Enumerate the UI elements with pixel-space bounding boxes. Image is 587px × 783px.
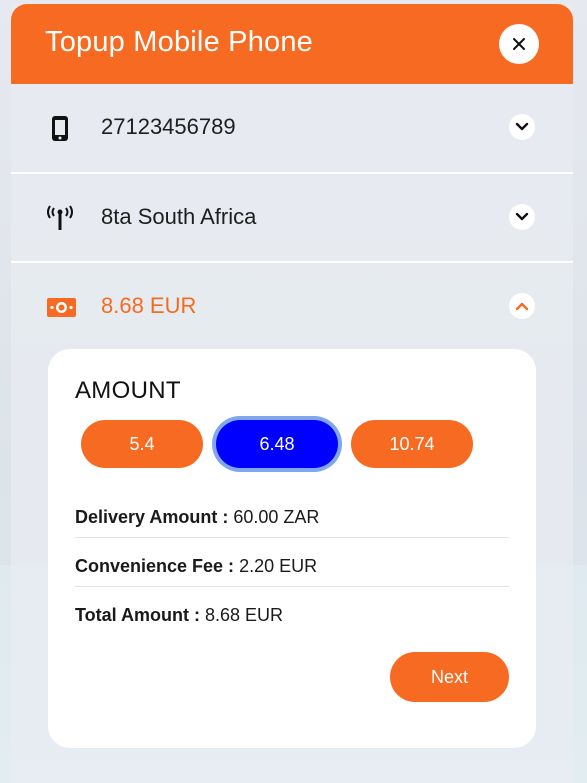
- amount-card: AMOUNT 5.4 6.48 10.74 Delivery Amount : …: [48, 349, 536, 748]
- chevron-down-icon: [515, 122, 529, 131]
- total-amount-line: Total Amount : 8.68 EUR: [75, 605, 283, 626]
- chevron-down-icon: [515, 212, 529, 221]
- phone-row-chevron[interactable]: [509, 114, 535, 140]
- operator-row-chevron[interactable]: [509, 204, 535, 230]
- amount-option-6.48-selected[interactable]: 6.48: [216, 420, 338, 468]
- close-icon: [513, 38, 525, 50]
- delivery-amount-label: Delivery Amount :: [75, 507, 229, 527]
- operator-label: 8ta South Africa: [101, 204, 257, 229]
- info-divider: [75, 586, 509, 587]
- close-button[interactable]: [499, 24, 539, 64]
- amount-title: AMOUNT: [75, 377, 181, 404]
- phone-number-row[interactable]: 27123456789: [11, 84, 573, 172]
- phone-number-label: 27123456789: [101, 114, 236, 139]
- convenience-fee-line: Convenience Fee : 2.20 EUR: [75, 556, 317, 577]
- next-button[interactable]: Next: [390, 652, 509, 702]
- topup-modal: Topup Mobile Phone 27123456789 8ta South…: [11, 4, 573, 783]
- convenience-fee-value: 2.20 EUR: [239, 556, 318, 576]
- delivery-amount-line: Delivery Amount : 60.00 ZAR: [75, 507, 319, 528]
- mobile-phone-icon: [52, 116, 68, 141]
- total-amount-label: Total Amount :: [75, 605, 200, 625]
- antenna-signal-icon: [47, 205, 73, 230]
- amount-option-5.4[interactable]: 5.4: [81, 420, 203, 468]
- modal-header: Topup Mobile Phone: [11, 4, 573, 84]
- selected-amount-label: 8.68 EUR: [101, 293, 197, 318]
- info-divider: [75, 537, 509, 538]
- amount-option-10.74[interactable]: 10.74: [351, 420, 473, 468]
- amount-row-chevron[interactable]: [509, 293, 535, 319]
- delivery-amount-value: 60.00 ZAR: [233, 507, 320, 527]
- operator-row[interactable]: 8ta South Africa: [11, 174, 573, 262]
- modal-title: Topup Mobile Phone: [45, 26, 314, 58]
- convenience-fee-label: Convenience Fee :: [75, 556, 235, 576]
- banknote-icon: [47, 298, 76, 317]
- chevron-up-icon: [515, 302, 529, 311]
- total-amount-value: 8.68 EUR: [205, 605, 284, 625]
- amount-row[interactable]: 8.68 EUR: [11, 263, 573, 351]
